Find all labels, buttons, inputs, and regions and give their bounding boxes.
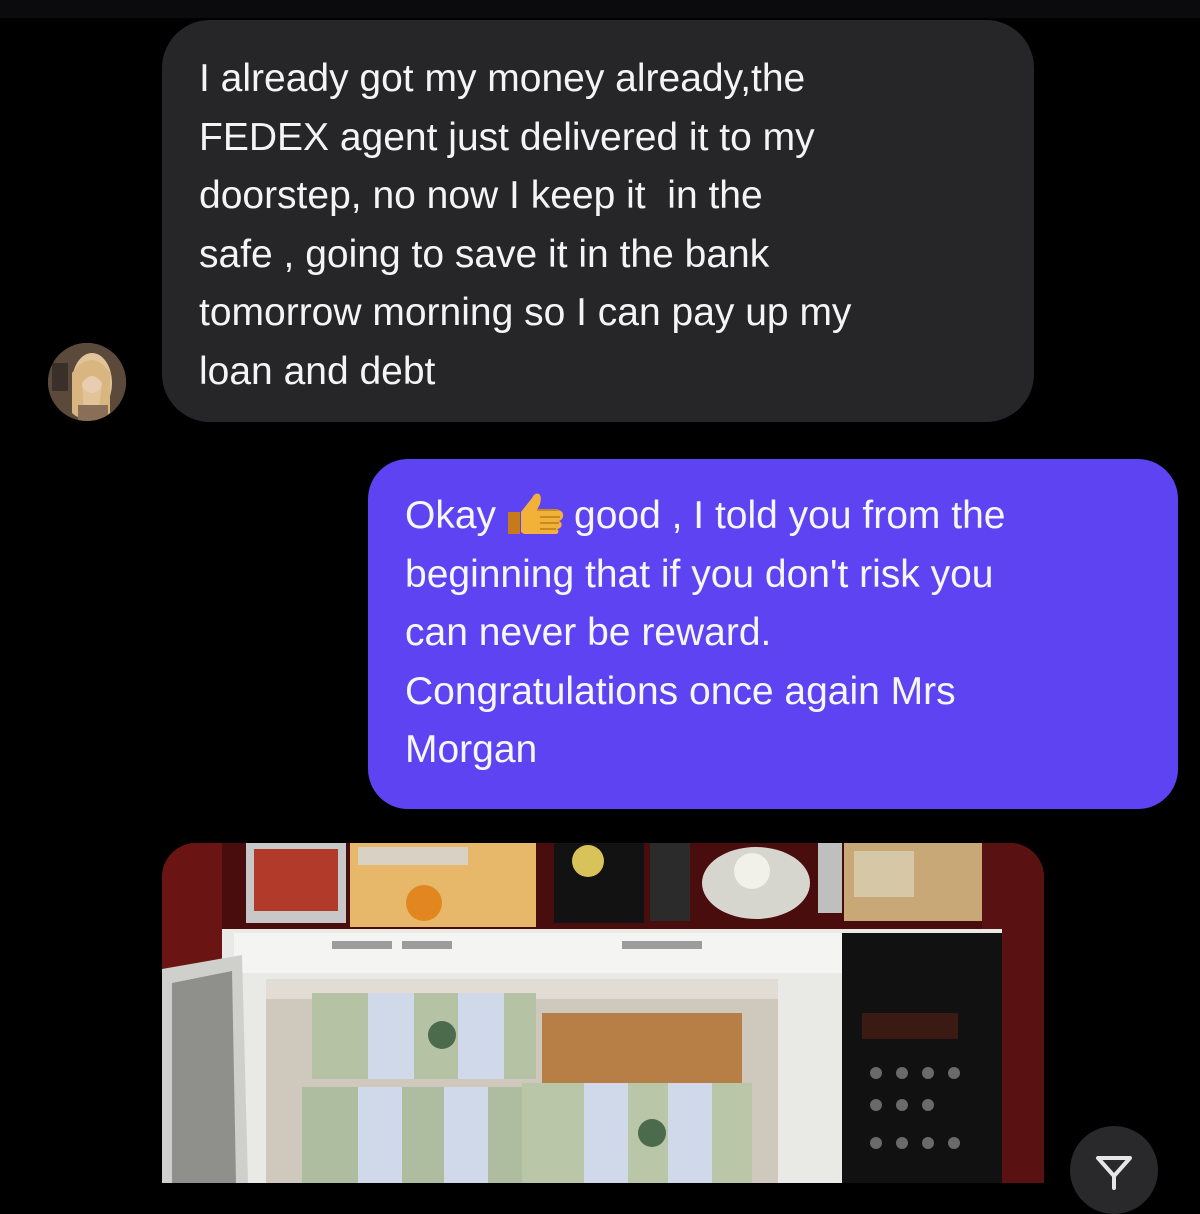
message-text-line: can never be reward.	[405, 611, 772, 654]
message-text-line: I already got my money already,the	[199, 57, 806, 100]
photo-attachment[interactable]	[162, 843, 1044, 1183]
share-button[interactable]	[1070, 1126, 1158, 1214]
message-text-line: doorstep, no now I keep it in the	[199, 174, 763, 217]
message-text-okay: Okay	[405, 494, 497, 537]
message-text-good: good , I told you from the	[574, 494, 1006, 537]
incoming-message-bubble[interactable]: I already got my money already,the FEDEX…	[162, 20, 1034, 422]
message-text-line: beginning that if you don't risk you	[405, 552, 994, 596]
status-strip	[0, 0, 1200, 18]
message-text-line: Congratulations once again Mrs	[405, 669, 956, 713]
message-text-line: FEDEX agent just delivered it to my	[199, 115, 815, 159]
contact-avatar[interactable]	[48, 343, 126, 421]
microwave-cash-photo	[162, 843, 1044, 1183]
share-icon	[1096, 1156, 1132, 1190]
message-text-line: tomorrow morning so I can pay up my	[199, 291, 852, 334]
outgoing-message-bubble[interactable]: Okay good , I told you from the beginnin…	[368, 459, 1178, 809]
avatar-image	[48, 343, 126, 421]
message-text-line: Okay good , I told you from the	[405, 487, 1148, 546]
message-text-line: loan and debt	[199, 349, 436, 393]
message-text-line: Morgan	[405, 728, 538, 771]
message-text-line: safe , going to save it in the bank	[199, 232, 770, 276]
thumbs-up-emoji-icon	[504, 490, 566, 536]
